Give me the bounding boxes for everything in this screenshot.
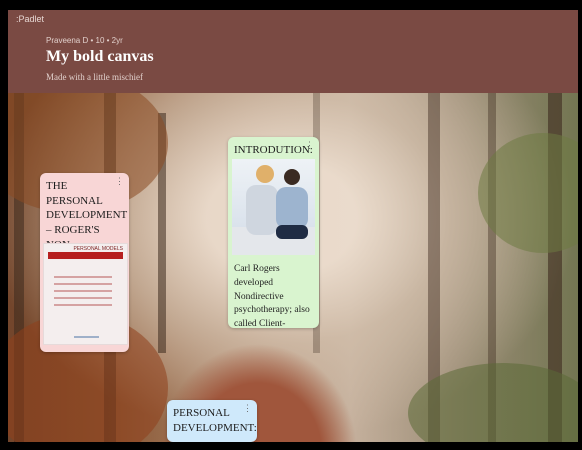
photo-person-legs <box>276 225 308 239</box>
board-title: My bold canvas <box>46 48 154 65</box>
thumbnail-text-line <box>54 297 112 299</box>
thumbnail-footer-line <box>74 336 99 338</box>
post-menu-icon[interactable]: ⋮ <box>305 140 314 151</box>
photo-person-head <box>256 165 274 183</box>
screenshot-frame: :Padlet Praveena D • 10 • 2yr My bold ca… <box>0 0 582 450</box>
post-menu-icon[interactable]: ⋮ <box>243 403 252 414</box>
thumbnail-text-line <box>54 283 112 285</box>
post-menu-icon[interactable]: ⋮ <box>115 176 124 187</box>
thumbnail-header-bar <box>48 252 123 259</box>
photo-person-body <box>246 185 278 235</box>
thumbnail-text-line <box>54 276 112 278</box>
thumbnail-text-line <box>54 290 112 292</box>
board-header: :Padlet Praveena D • 10 • 2yr My bold ca… <box>8 10 578 93</box>
post-body: Carl Rogers developed Nondirective psych… <box>234 264 310 328</box>
photo-person-head <box>284 169 300 185</box>
counselling-photo[interactable] <box>232 159 315 255</box>
slide-thumbnail[interactable]: PERSONAL MODELS <box>43 243 128 345</box>
board-meta: Praveena D • 10 • 2yr <box>46 36 123 45</box>
post-introduction[interactable]: ⋮ INTRODUTION: Carl Rogers developed Non… <box>228 137 319 328</box>
post-personal-development[interactable]: ⋮ PERSONAL DEVELOPMENT: <box>167 400 257 442</box>
thumbnail-text-line <box>54 304 112 306</box>
padlet-board: :Padlet Praveena D • 10 • 2yr My bold ca… <box>8 10 578 442</box>
padlet-logo[interactable]: :Padlet <box>16 14 44 24</box>
board-subtitle: Made with a little mischief <box>46 72 143 82</box>
post-personal-model[interactable]: ⋮ THE PERSONAL DEVELOPMENT – ROGER'S NON… <box>40 173 129 352</box>
photo-person-body <box>276 187 308 229</box>
